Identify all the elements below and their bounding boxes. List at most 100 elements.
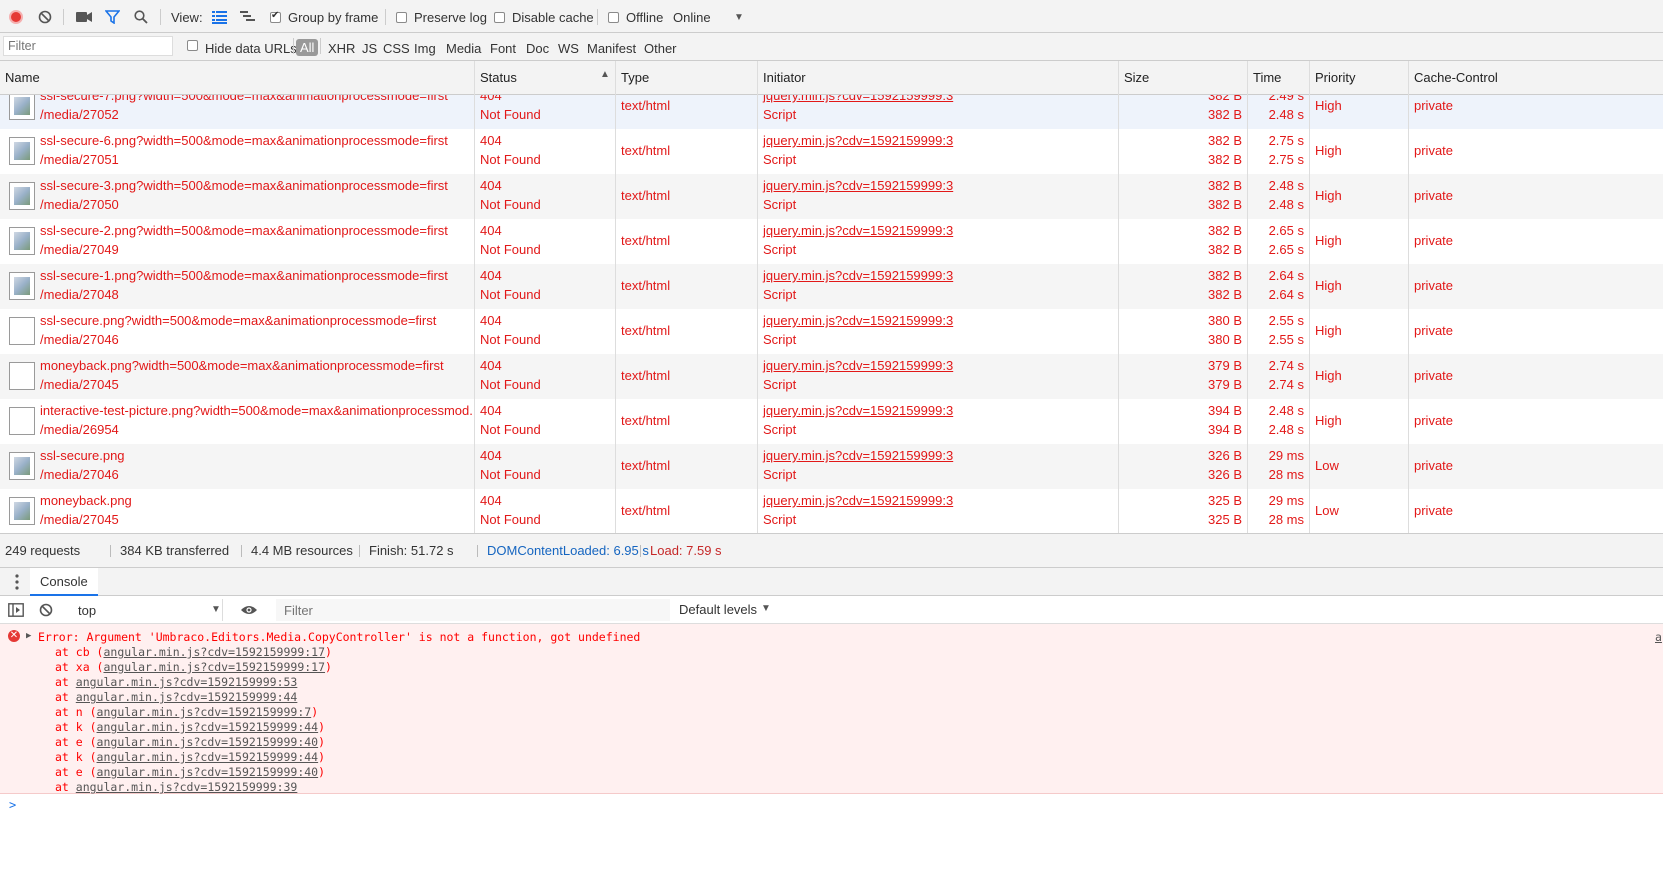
console-filter-input[interactable] <box>276 599 670 621</box>
filter-type-font[interactable]: Font <box>490 41 516 56</box>
live-expression-eye-icon[interactable] <box>240 604 258 616</box>
initiator-link[interactable]: jquery.min.js?cdv=1592159999:3 <box>763 223 953 238</box>
throttling-select[interactable]: Online <box>673 10 711 25</box>
image-thumbnail-icon <box>9 272 35 300</box>
stack-frame-link[interactable]: angular.min.js?cdv=1592159999:44 <box>97 720 319 734</box>
request-row[interactable]: ssl-secure-1.png?width=500&mode=max&anim… <box>0 264 1663 309</box>
mime-type: text/html <box>621 323 671 338</box>
offline-checkbox[interactable] <box>608 12 619 23</box>
total-time: 29 ms <box>1268 493 1304 508</box>
request-row[interactable]: ssl-secure-2.png?width=500&mode=max&anim… <box>0 219 1663 264</box>
mime-type: text/html <box>621 98 671 113</box>
offline-label: Offline <box>626 10 664 25</box>
large-rows-list-icon[interactable] <box>212 11 227 24</box>
size-cell: 382 B 382 B <box>1119 219 1248 264</box>
request-row[interactable]: ssl-secure-7.png?width=500&mode=max&anim… <box>0 95 1663 129</box>
stack-frame-link[interactable]: angular.min.js?cdv=1592159999:17 <box>103 660 325 674</box>
initiator-link[interactable]: jquery.min.js?cdv=1592159999:3 <box>763 178 953 193</box>
context-selector[interactable]: top ▼ <box>65 599 223 621</box>
column-header-size[interactable]: Size <box>1119 61 1248 95</box>
stack-frame-link[interactable]: angular.min.js?cdv=1592159999:53 <box>76 675 298 689</box>
image-thumbnail-icon <box>9 95 35 120</box>
stack-frame: at e (angular.min.js?cdv=1592159999:40) <box>55 765 325 779</box>
stack-frame-link[interactable]: angular.min.js?cdv=1592159999:40 <box>97 735 319 749</box>
filter-type-media[interactable]: Media <box>446 41 481 56</box>
log-levels-dropdown-arrow-icon[interactable]: ▼ <box>761 603 771 614</box>
request-row[interactable]: ssl-secure.png /media/27046 404 Not Foun… <box>0 444 1663 489</box>
column-header-type[interactable]: Type <box>616 61 758 95</box>
stack-frame-suffix: ) <box>325 660 332 674</box>
stack-frame-link[interactable]: angular.min.js?cdv=1592159999:17 <box>103 645 325 659</box>
error-source-link[interactable]: a <box>1655 630 1662 644</box>
initiator-link[interactable]: jquery.min.js?cdv=1592159999:3 <box>763 133 953 148</box>
initiator-link[interactable]: jquery.min.js?cdv=1592159999:3 <box>763 95 953 103</box>
stack-frame-link[interactable]: angular.min.js?cdv=1592159999:40 <box>97 765 319 779</box>
filter-type-img[interactable]: Img <box>414 41 436 56</box>
stack-frame-link[interactable]: angular.min.js?cdv=1592159999:39 <box>76 780 298 794</box>
request-row[interactable]: ssl-secure-3.png?width=500&mode=max&anim… <box>0 174 1663 219</box>
filter-type-doc[interactable]: Doc <box>526 41 549 56</box>
status-cell: 404 Not Found <box>475 489 616 533</box>
stack-frame-link[interactable]: angular.min.js?cdv=1592159999:7 <box>97 705 312 719</box>
filter-type-all[interactable]: All <box>296 39 319 56</box>
stack-frame: at angular.min.js?cdv=1592159999:44 <box>55 690 297 704</box>
expand-triangle-icon[interactable]: ▶ <box>26 631 31 641</box>
filter-funnel-icon[interactable] <box>104 10 121 25</box>
group-by-frame-checkbox[interactable] <box>270 10 281 23</box>
clear-console-icon[interactable] <box>39 603 53 617</box>
request-row[interactable]: moneyback.png?width=500&mode=max&animati… <box>0 354 1663 399</box>
initiator-link[interactable]: jquery.min.js?cdv=1592159999:3 <box>763 358 953 373</box>
show-sidebar-icon[interactable] <box>8 603 24 617</box>
column-header-cache-control[interactable]: Cache-Control <box>1409 61 1663 95</box>
initiator-cell: jquery.min.js?cdv=1592159999:3 Script <box>758 219 1119 264</box>
waterfall-overview-icon[interactable] <box>240 11 256 23</box>
request-row[interactable]: moneyback.png /media/27045 404 Not Found… <box>0 489 1663 533</box>
stack-frame-link[interactable]: angular.min.js?cdv=1592159999:44 <box>97 750 319 764</box>
column-header-priority[interactable]: Priority <box>1310 61 1409 95</box>
initiator-link[interactable]: jquery.min.js?cdv=1592159999:3 <box>763 268 953 283</box>
initiator-link[interactable]: jquery.min.js?cdv=1592159999:3 <box>763 313 953 328</box>
initiator-link[interactable]: jquery.min.js?cdv=1592159999:3 <box>763 403 953 418</box>
filter-type-manifest[interactable]: Manifest <box>587 41 636 56</box>
priority-cell: High <box>1310 219 1409 264</box>
request-row[interactable]: interactive-test-picture.png?width=500&m… <box>0 399 1663 444</box>
tab-console[interactable]: Console <box>30 568 98 596</box>
log-levels-select[interactable]: Default levels <box>679 602 757 617</box>
cache-control-cell: private <box>1409 95 1663 129</box>
request-row[interactable]: ssl-secure-6.png?width=500&mode=max&anim… <box>0 129 1663 174</box>
network-toolbar: View: Group by frame Preserve log Disabl… <box>0 0 1663 33</box>
record-button[interactable] <box>9 10 23 24</box>
stack-frame-prefix: at e ( <box>55 735 97 749</box>
filter-type-other[interactable]: Other <box>644 41 677 56</box>
summary-divider <box>110 545 111 557</box>
initiator-link[interactable]: jquery.min.js?cdv=1592159999:3 <box>763 493 953 508</box>
network-table-header: Name Status ▲ Type Initiator Size Time P… <box>0 61 1663 95</box>
filter-type-ws[interactable]: WS <box>558 41 579 56</box>
console-prompt-input[interactable] <box>25 796 1655 816</box>
column-header-time[interactable]: Time <box>1248 61 1310 95</box>
column-header-status[interactable]: Status <box>475 61 616 95</box>
filter-input[interactable] <box>3 36 173 56</box>
filter-type-css[interactable]: CSS <box>383 41 410 56</box>
total-time: 2.64 s <box>1268 268 1304 283</box>
preserve-log-checkbox[interactable] <box>396 12 407 23</box>
filter-type-js[interactable]: JS <box>362 41 377 56</box>
drawer-menu-kebab-icon[interactable] <box>15 574 19 590</box>
screenshot-camera-icon[interactable] <box>76 11 92 23</box>
cache-control-value: private <box>1414 413 1454 428</box>
filter-type-xhr[interactable]: XHR <box>328 41 355 56</box>
request-row[interactable]: ssl-secure.png?width=500&mode=max&animat… <box>0 309 1663 354</box>
throttling-dropdown-arrow-icon[interactable]: ▼ <box>734 12 744 23</box>
search-icon[interactable] <box>134 10 148 24</box>
initiator-link[interactable]: jquery.min.js?cdv=1592159999:3 <box>763 448 953 463</box>
clear-icon[interactable] <box>38 10 52 24</box>
latency-time: 2.64 s <box>1268 287 1304 302</box>
stack-frame-link[interactable]: angular.min.js?cdv=1592159999:44 <box>76 690 298 704</box>
disable-cache-checkbox[interactable] <box>494 12 505 23</box>
status-code: 404 <box>480 358 502 373</box>
column-header-initiator[interactable]: Initiator <box>758 61 1119 95</box>
hide-data-urls-checkbox[interactable] <box>187 40 198 51</box>
type-cell: text/html <box>616 95 758 129</box>
stack-frame-suffix: ) <box>318 765 326 779</box>
column-header-name[interactable]: Name <box>0 61 475 95</box>
